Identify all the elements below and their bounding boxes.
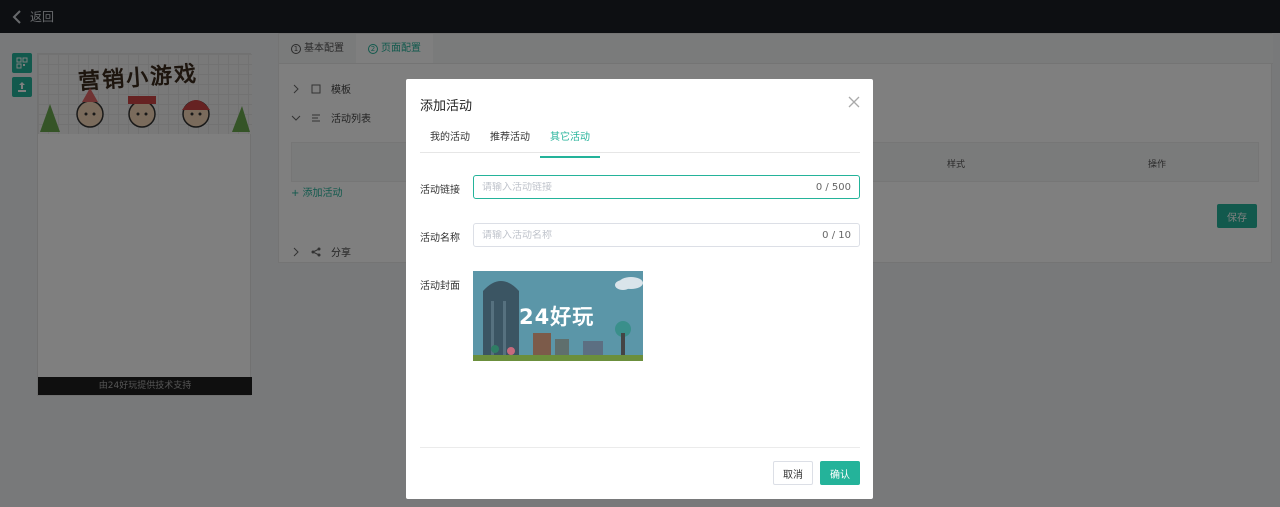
activity-link-label: 活动链接: [420, 185, 460, 196]
activity-name-input[interactable]: [482, 229, 782, 241]
tab-my-activities[interactable]: 我的活动: [420, 129, 480, 152]
dialog-title: 添加活动: [420, 99, 473, 114]
cancel-button[interactable]: 取消: [773, 461, 813, 485]
add-activity-dialog: 添加活动 我的活动 推荐活动 其它活动 活动链接 0 / 500 活动名称 0 …: [406, 79, 873, 499]
link-char-counter: 0 / 500: [815, 181, 851, 193]
activity-cover-image[interactable]: 24好玩: [473, 271, 643, 361]
activity-link-input[interactable]: [482, 181, 782, 193]
confirm-button[interactable]: 确认: [820, 461, 860, 485]
dialog-footer-divider: [420, 447, 860, 448]
dialog-tabs: 我的活动 推荐活动 其它活动: [420, 129, 860, 158]
activity-cover-label: 活动封面: [420, 281, 460, 292]
activity-link-field[interactable]: 0 / 500: [473, 175, 860, 199]
tab-other-activities[interactable]: 其它活动: [540, 129, 600, 158]
close-icon[interactable]: [847, 95, 861, 109]
activity-name-field[interactable]: 0 / 10: [473, 223, 860, 247]
activity-name-label: 活动名称: [420, 233, 460, 244]
name-char-counter: 0 / 10: [822, 229, 851, 241]
cover-image-text: 24好玩: [519, 305, 595, 329]
tab-recommended-activities[interactable]: 推荐活动: [480, 129, 540, 152]
